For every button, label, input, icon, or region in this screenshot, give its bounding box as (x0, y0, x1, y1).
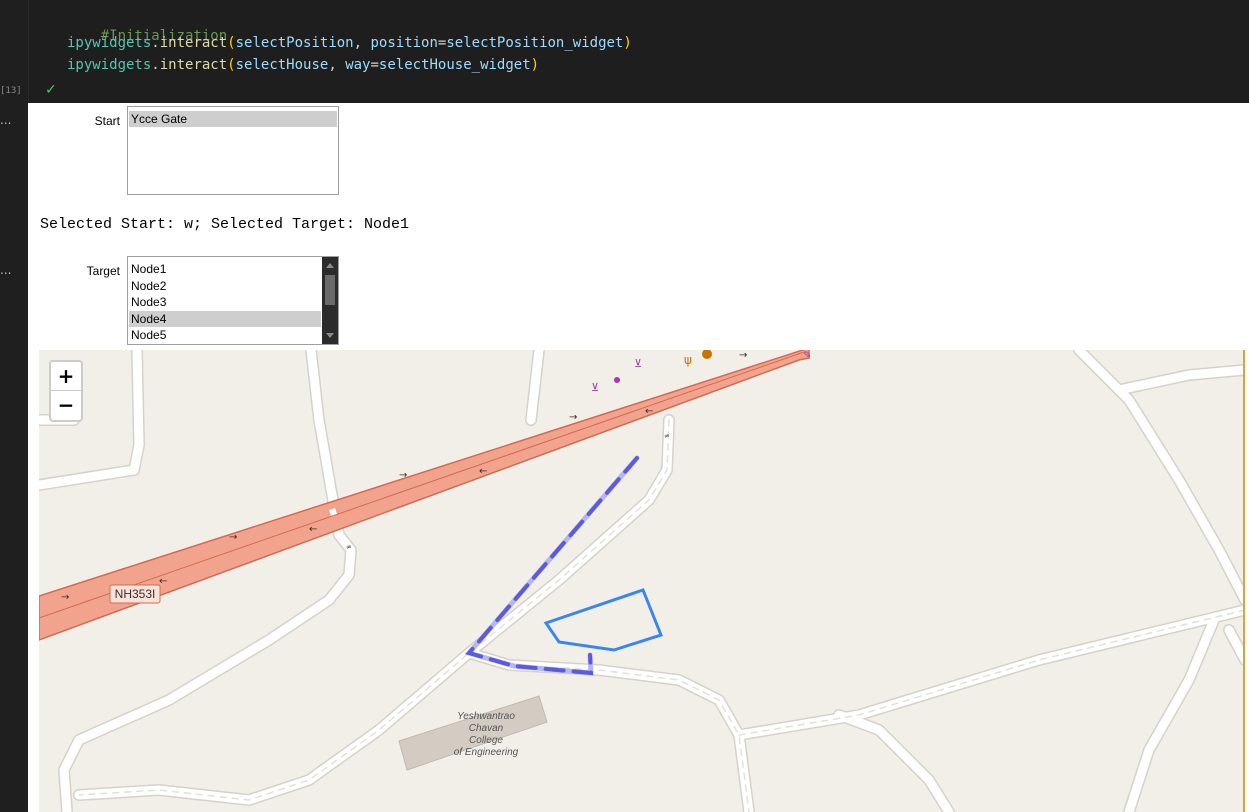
output-menu-dots-2[interactable]: ... (0, 264, 11, 276)
road-shield-label: NH353I (115, 587, 156, 601)
zoom-out-button[interactable]: − (51, 391, 81, 420)
selected-house-polygon[interactable] (543, 588, 663, 652)
svg-text:≠: ≠ (346, 543, 352, 551)
zoom-in-button[interactable]: + (51, 362, 81, 391)
svg-text:≠: ≠ (664, 432, 670, 440)
code-token-comma: , (353, 35, 371, 51)
code-token-arg: selectPosition (235, 35, 354, 51)
restaurant-icon: ψ (684, 353, 692, 367)
code-line-2[interactable]: ipywidgets.interact(selectPosition, posi… (67, 35, 632, 51)
code-token-arg: selectPosition_widget (446, 35, 624, 51)
code-token-dot: . (151, 35, 160, 51)
code-token-arg: selectHouse (235, 57, 329, 73)
target-scrollbar[interactable] (322, 257, 338, 344)
output-menu-dots[interactable]: ... (0, 114, 11, 126)
scroll-up-icon[interactable] (326, 263, 334, 268)
cafe-icon (702, 350, 712, 359)
cell-gutter: [13] ... ... (0, 0, 28, 812)
code-token-comma: , (328, 57, 346, 73)
execution-count: [13] (0, 86, 22, 96)
road-shield: NH353I (109, 584, 161, 604)
svg-text:←: ← (479, 466, 487, 477)
target-option[interactable]: Node3 (129, 294, 321, 310)
target-option[interactable]: Node5 (129, 327, 321, 343)
svg-text:←: ← (159, 576, 167, 587)
poi-dot-icon (614, 377, 620, 383)
code-token-fn: interact (159, 57, 228, 73)
svg-text:→: → (61, 592, 69, 603)
college-label-line: Chavan (469, 723, 504, 734)
map-right-border (1243, 350, 1245, 812)
code-token-paren: ) (623, 35, 632, 51)
code-token-eq: = (370, 57, 379, 73)
start-label: Start (94, 114, 120, 128)
start-option[interactable]: Ycce Gate (129, 111, 337, 127)
success-check-icon: ✓ (45, 82, 57, 98)
code-token-paren: ( (227, 35, 236, 51)
code-token-paren: ( (227, 57, 236, 73)
college-label-line: Yeshwantrao (457, 711, 515, 722)
college-label-line: College (469, 735, 503, 746)
code-token-fn: interact (159, 35, 228, 51)
minor-roads (39, 350, 1245, 812)
shop-basket-icon: ⊻ (634, 357, 642, 370)
start-select[interactable]: Ycce Gate (127, 106, 339, 195)
cell-output: Start Ycce Gate Selected Start: w; Selec… (28, 103, 1249, 812)
college-label-line: of Engineering (454, 747, 519, 758)
svg-text:←: ← (309, 524, 317, 535)
shop-basket-icon-2: ⊻ (591, 381, 599, 394)
code-cell[interactable]: #Initialization ipywidgets.interact(sele… (28, 0, 1249, 103)
target-option[interactable]: Node1 (129, 261, 321, 277)
code-token-paren: ) (530, 57, 540, 73)
code-token-module: ipywidgets (67, 57, 152, 73)
code-token-param: position (370, 35, 438, 51)
target-option[interactable]: Node4 (129, 310, 321, 327)
route-path[interactable] (464, 455, 640, 676)
target-select[interactable]: Node1 Node2 Node3 Node4 Node5 (127, 256, 339, 345)
map-canvas[interactable]: → ← → ← → ← → ← → ⊻ ⊻ ψ ✎ ≠ ≠ NH353I Yes… (39, 350, 1245, 812)
code-token-module: ipywidgets (67, 35, 152, 51)
svg-text:←: ← (645, 406, 653, 417)
svg-text:→: → (229, 532, 237, 543)
code-token-arg: selectHouse_widget (378, 57, 531, 73)
scroll-down-icon[interactable] (326, 333, 334, 338)
svg-text:→: → (399, 470, 407, 481)
selection-status: Selected Start: w; Selected Target: Node… (40, 216, 410, 233)
code-token-param: way (345, 57, 371, 73)
pharmacy-icon: ✎ (803, 350, 811, 361)
code-token-dot: . (151, 57, 160, 73)
scroll-thumb[interactable] (325, 275, 335, 305)
target-option[interactable]: Node2 (129, 278, 321, 294)
zoom-control: + − (49, 360, 83, 422)
target-label: Target (86, 264, 120, 278)
svg-text:→: → (569, 412, 577, 423)
svg-text:→: → (739, 350, 747, 361)
code-line-3[interactable]: ipywidgets.interact(selectHouse, way=sel… (67, 57, 539, 73)
map-view[interactable]: → ← → ← → ← → ← → ⊻ ⊻ ψ ✎ ≠ ≠ NH353I Yes… (39, 350, 1245, 812)
